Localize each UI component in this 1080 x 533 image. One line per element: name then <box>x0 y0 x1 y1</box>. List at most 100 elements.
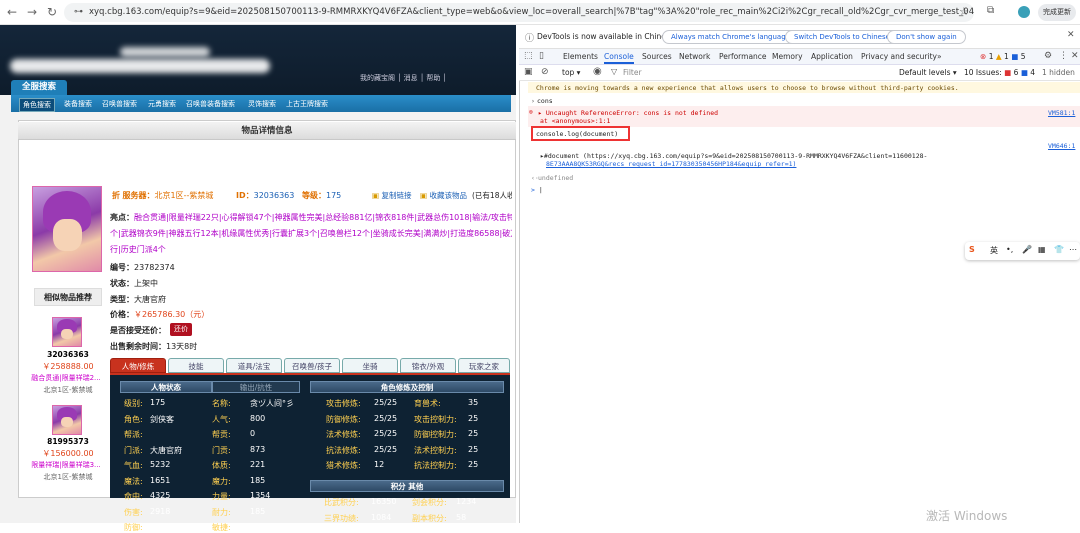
back-icon[interactable]: ← <box>4 4 20 20</box>
stat-label: 体质: <box>212 461 231 470</box>
skin-icon[interactable]: 👕 <box>1054 245 1064 254</box>
bookmark-star-icon[interactable]: ☆ <box>959 5 969 18</box>
similar-item-avatar[interactable] <box>52 317 82 347</box>
stat-label: 门贡: <box>212 445 231 455</box>
eye-icon[interactable]: ◉ <box>593 66 602 77</box>
console-prompt[interactable]: > | <box>531 186 543 194</box>
score-label: 剑会积分: <box>412 498 447 507</box>
stat-value: 219 <box>250 522 266 531</box>
sidebar-toggle-icon[interactable]: ▣ <box>524 67 533 77</box>
forward-icon[interactable]: → <box>24 4 40 20</box>
favorite-button[interactable]: ▣ 收藏该物品 <box>420 190 467 201</box>
tab-memory[interactable]: Memory <box>772 52 803 61</box>
stat-label: 力量: <box>212 492 231 501</box>
issues-button[interactable]: 10 Issues: ■ 6 ■ 4 <box>964 68 1035 77</box>
tab-pets[interactable]: 召唤兽/孩子 <box>284 358 340 373</box>
subnav-pet-search[interactable]: 召唤兽搜索 <box>99 98 140 110</box>
tab-outfit[interactable]: 锦衣/外观 <box>400 358 456 373</box>
hidden-count: 1 hidden <box>1042 68 1075 77</box>
browser-toolbar: ← → ↻ ⊶ xyq.cbg.163.com/equip?s=9&eid=202… <box>0 0 1080 25</box>
warning-text: Chrome is moving towards a new experienc… <box>536 84 959 92</box>
info-badge-icon: ■ <box>1011 52 1019 61</box>
close-icon[interactable]: ✕ <box>1067 30 1075 40</box>
console-input-1: cons <box>537 97 553 105</box>
filter-icon: ▽ <box>611 67 618 76</box>
document-url[interactable]: 8E73AAA8QK53RGQ&recs_request_id=17783035… <box>546 160 796 168</box>
document-node[interactable]: ▸#document (https://xyq.cbg.163.com/equi… <box>540 152 927 160</box>
inspect-icon[interactable]: ⬚ <box>524 51 533 61</box>
similar-item-id[interactable]: 81995373 <box>34 437 102 446</box>
tab-privacy[interactable]: Privacy and security <box>861 52 937 61</box>
tab-sources[interactable]: Sources <box>642 52 672 61</box>
id-field: ID：32036363 <box>236 191 295 200</box>
tab-home[interactable]: 玩家之家 <box>458 358 510 373</box>
tab-items[interactable]: 道具/法宝 <box>226 358 282 373</box>
site-top-nav[interactable]: 我的藏宝阁 │ 消息 │ 帮助 │ <box>360 73 447 83</box>
stat-value: 873 <box>250 444 266 454</box>
stat-label: 人气: <box>212 414 231 424</box>
extensions-icon[interactable]: ⧉ <box>987 5 994 16</box>
stat-label: 耐力: <box>212 507 231 517</box>
full-search-tab[interactable]: 全服搜索 <box>11 80 67 95</box>
stat-value: 5232 <box>150 460 171 469</box>
stat-label: 魔力: <box>212 476 231 486</box>
keyboard-icon[interactable]: ▦ <box>1038 245 1046 254</box>
subnav-equip-search[interactable]: 装备搜索 <box>61 98 95 110</box>
log-source-link[interactable]: VM646:1 <box>1048 142 1075 150</box>
tab-application[interactable]: Application <box>811 52 853 61</box>
similar-item-price: ￥156000.00 <box>42 449 94 458</box>
more-icon[interactable]: ⋯ <box>1069 245 1077 254</box>
device-toolbar-icon[interactable]: ▯ <box>539 51 544 61</box>
tab-network[interactable]: Network <box>679 52 710 61</box>
devtools-panel <box>519 25 1080 523</box>
match-language-button[interactable]: Always match Chrome's language <box>662 30 799 44</box>
tab-more[interactable]: » <box>937 52 942 61</box>
punctuation-icon[interactable]: •, <box>1006 245 1013 254</box>
profile-avatar[interactable] <box>1018 6 1030 18</box>
subnav-yuanyong-search[interactable]: 元勇搜索 <box>145 98 179 110</box>
tab-mount[interactable]: 坐骑 <box>342 358 398 373</box>
filter-input[interactable]: Filter <box>623 68 642 77</box>
subnav-ancient-search[interactable]: 上古王牌搜索 <box>283 98 331 110</box>
tab-character[interactable]: 人物/修炼 <box>110 358 166 373</box>
microphone-icon[interactable]: 🎤 <box>1022 245 1032 254</box>
section-scores: 积分 其他 <box>310 480 504 492</box>
similar-item-avatar[interactable] <box>52 405 82 435</box>
language-toggle[interactable]: 英 <box>990 245 998 256</box>
error-count[interactable]: ⊗ 1 ▲ 1 ■ 5 <box>980 52 1025 61</box>
tab-console[interactable]: Console <box>604 52 634 64</box>
number-field: 编号：23782374 <box>110 263 175 272</box>
copy-link-button[interactable]: ▣ 复制链接 <box>372 190 411 201</box>
more-options-icon[interactable]: ⋮ <box>1059 51 1068 61</box>
settings-gear-icon[interactable]: ⚙ <box>1044 51 1052 61</box>
update-button[interactable]: 完成更新 <box>1038 4 1076 21</box>
stat-value: 185 <box>250 475 266 485</box>
subnav-role-search[interactable]: 角色搜索 <box>19 98 55 112</box>
clear-console-icon[interactable]: ⊘ <box>541 67 549 77</box>
subnav-lingshi-search[interactable]: 灵饰搜索 <box>245 98 279 110</box>
switch-chinese-button[interactable]: Switch DevTools to Chinese <box>785 30 899 44</box>
context-select[interactable]: top ▾ <box>562 68 580 77</box>
subnav-pet-equip-search[interactable]: 召唤兽装备搜索 <box>183 98 238 110</box>
site-info-icon[interactable]: ⊶ <box>74 7 83 17</box>
error-source-link[interactable]: VM581:1 <box>1048 109 1075 117</box>
similar-item-id[interactable]: 32036363 <box>34 350 102 359</box>
tab-performance[interactable]: Performance <box>719 52 767 61</box>
address-bar[interactable]: ⊶ xyq.cbg.163.com/equip?s=9&eid=202508150… <box>64 3 974 22</box>
cultivation-value: 25 <box>468 413 479 423</box>
tab-skills[interactable]: 技能 <box>168 358 224 373</box>
score-value: 1084 <box>371 513 392 522</box>
cultivation-label: 育兽术: <box>414 399 441 408</box>
dont-show-button[interactable]: Don't show again <box>887 30 966 44</box>
cultivation-label: 攻击控制力: <box>414 414 457 424</box>
highlights-row: 亮点：融合贯通|限量祥瑞22只|心得解锁47个|神器属性完美|总经验881亿|锦… <box>110 212 512 223</box>
search-sub-nav: 角色搜索 装备搜索 召唤兽搜索 元勇搜索 召唤兽装备搜索 灵饰搜索 上古王牌搜索 <box>11 95 511 112</box>
tab-elements[interactable]: Elements <box>563 52 598 61</box>
ime-logo-icon[interactable]: S <box>969 245 975 254</box>
close-devtools-icon[interactable]: ✕ <box>1071 51 1079 61</box>
levels-select[interactable]: Default levels ▾ <box>899 68 957 77</box>
counteroffer-button[interactable]: 还价 <box>170 323 192 336</box>
section-output-resist[interactable]: 输出/抗性 <box>212 381 300 393</box>
stat-value: 0 <box>250 429 256 438</box>
reload-icon[interactable]: ↻ <box>44 4 60 20</box>
